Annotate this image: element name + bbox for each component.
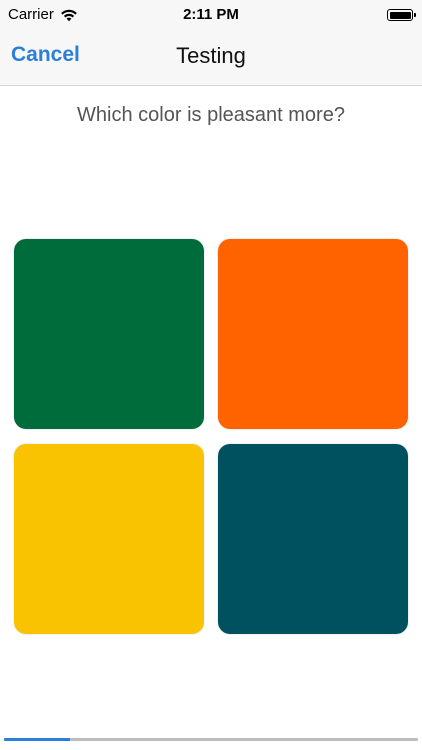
progress-bar xyxy=(4,738,418,741)
color-choice-green[interactable] xyxy=(14,239,204,429)
battery-level xyxy=(389,11,411,19)
color-choice-orange[interactable] xyxy=(218,239,408,429)
navigation-bar: Cancel Testing xyxy=(0,30,422,86)
battery-icon xyxy=(387,9,416,21)
question-text: Which color is pleasant more? xyxy=(77,104,345,126)
progress-fill xyxy=(4,738,71,741)
status-time: 2:11 PM xyxy=(183,6,239,23)
color-choice-yellow[interactable] xyxy=(14,444,204,634)
color-choice-teal[interactable] xyxy=(218,444,408,634)
cancel-button[interactable]: Cancel xyxy=(11,43,80,67)
screen: Carrier 2:11 PM Cancel Testing Which col… xyxy=(0,0,422,750)
status-bar: Carrier 2:11 PM xyxy=(0,0,422,30)
